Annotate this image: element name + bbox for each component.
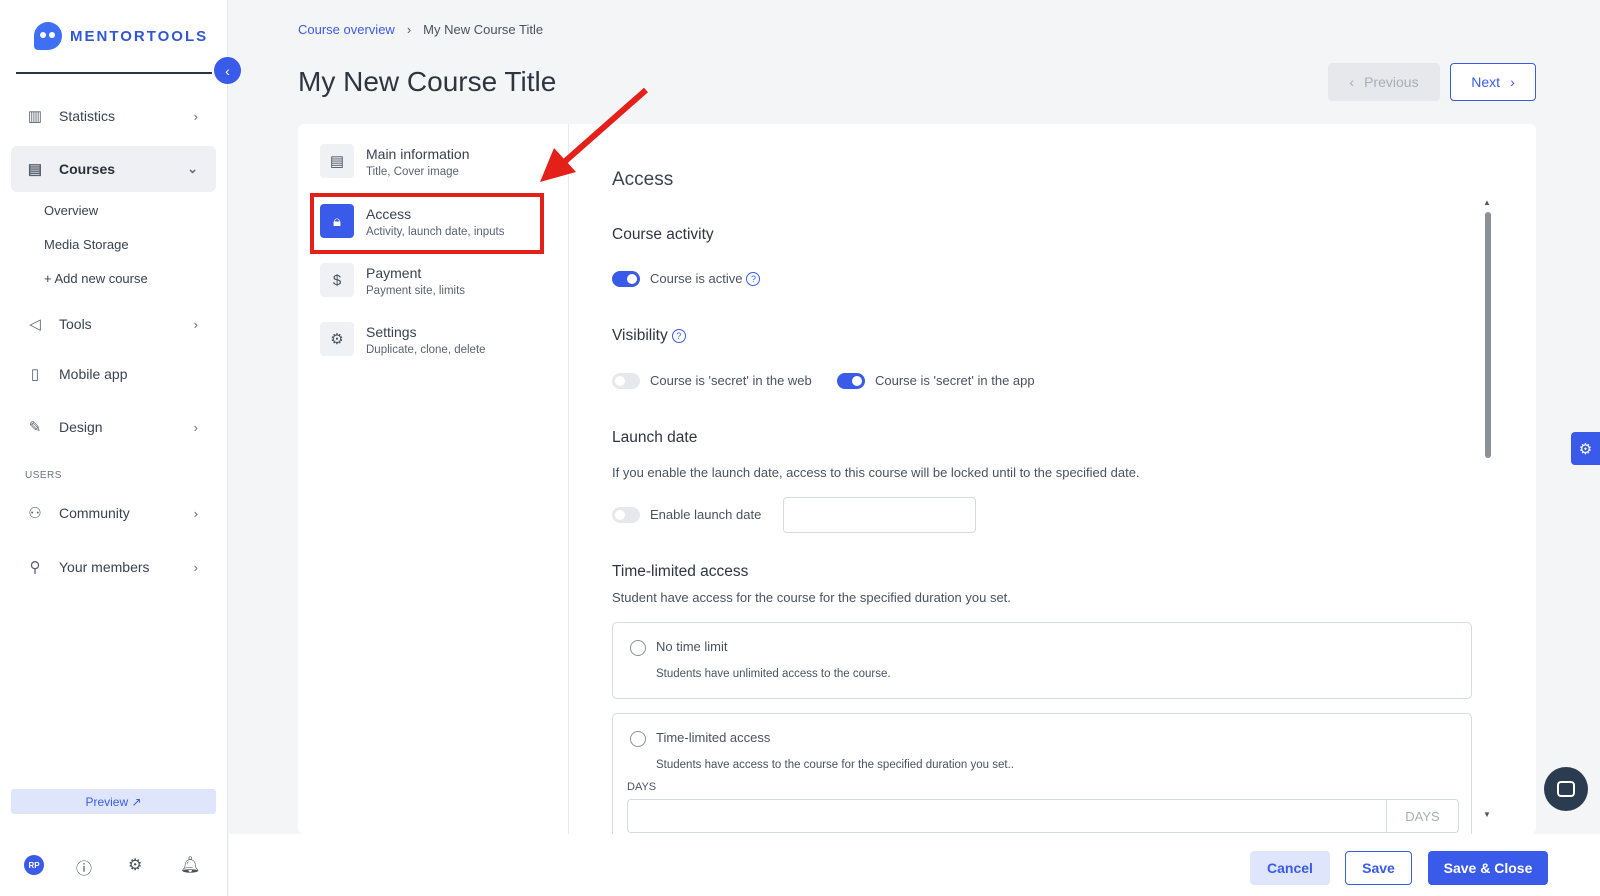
sidebar-item-label: Design: [59, 419, 103, 435]
scroll-up-icon[interactable]: ▲: [1483, 198, 1491, 207]
logo-icon: [34, 22, 62, 50]
chevron-down-icon: ⌄: [187, 161, 198, 176]
help-icon[interactable]: ⓘ: [76, 855, 128, 879]
secret-web-label: Course is 'secret' in the web: [650, 373, 812, 388]
help-icon[interactable]: ?: [671, 329, 686, 343]
book-icon: ▤: [27, 161, 43, 178]
cancel-button[interactable]: Cancel: [1250, 851, 1330, 885]
launch-date-heading: Launch date: [612, 429, 698, 446]
sidebar-item-mobile-app[interactable]: ▯ Mobile app: [11, 351, 216, 397]
users-section-label: USERS: [25, 470, 62, 481]
scrollbar[interactable]: ▲ ▼: [1482, 198, 1492, 819]
sidebar: MENTORTOOLS ▥ Statistics › ▤ Courses ⌄ O…: [0, 0, 228, 896]
launch-date-label: Enable launch date: [650, 507, 762, 522]
breadcrumb: Course overview › My New Course Title: [298, 22, 543, 37]
secret-app-toggle[interactable]: [837, 373, 865, 389]
course-active-label: Course is active?: [650, 271, 761, 286]
gear-icon[interactable]: ⚙: [128, 855, 180, 879]
step-main-information[interactable]: ▤ Main information Title, Cover image: [320, 144, 470, 178]
breadcrumb-current: My New Course Title: [423, 22, 544, 37]
gear-icon: ⚙: [320, 322, 354, 356]
add-new-course-link[interactable]: + Add new course: [44, 271, 148, 286]
option-no-time-limit[interactable]: No time limit Students have unlimited ac…: [612, 622, 1472, 699]
secret-web-toggle[interactable]: [612, 373, 640, 389]
phone-icon: ▯: [30, 366, 40, 383]
sidebar-item-label: Mobile app: [59, 366, 128, 382]
sidebar-bottom-icons: RP ⓘ ⚙ 🔔︎: [24, 855, 232, 879]
chevron-right-icon: ›: [406, 22, 412, 37]
chat-icon[interactable]: [1544, 767, 1588, 811]
pencil-icon: ✎: [28, 419, 42, 436]
divider: [568, 124, 569, 834]
launch-date-toggle[interactable]: [612, 507, 640, 523]
access-panel: Access Course activity Course is active?…: [612, 124, 1492, 834]
highlight-box: [310, 193, 544, 254]
megaphone-icon: ◁: [29, 316, 41, 333]
chevron-right-icon: ›: [193, 108, 198, 124]
dollar-icon: $: [320, 263, 354, 297]
launch-date-input[interactable]: [783, 497, 976, 533]
bar-chart-icon: ▥: [27, 108, 43, 125]
document-icon: ▤: [320, 144, 354, 178]
option-description: Students have access to the course for t…: [656, 759, 1014, 771]
avatar[interactable]: RP: [24, 855, 76, 879]
section-title: Access: [612, 169, 674, 190]
sidebar-item-your-members[interactable]: ⚲ Your members ›: [11, 544, 216, 590]
divider: [16, 72, 212, 74]
course-active-toggle[interactable]: [612, 271, 640, 287]
preview-button[interactable]: Preview ↗: [11, 789, 216, 814]
bell-icon[interactable]: 🔔︎: [180, 855, 232, 879]
time-limited-description: Student have access for the course for t…: [612, 590, 1011, 605]
chevron-right-icon: ›: [193, 505, 198, 521]
save-and-close-button[interactable]: Save & Close: [1428, 851, 1548, 885]
days-suffix: DAYS: [1386, 800, 1458, 832]
sidebar-item-statistics[interactable]: ▥ Statistics ›: [11, 93, 216, 139]
sidebar-item-label: Community: [59, 505, 130, 521]
option-time-limited[interactable]: Time-limited access Students have access…: [612, 713, 1472, 834]
chevron-right-icon: ›: [193, 559, 198, 575]
sidebar-item-courses[interactable]: ▤ Courses ⌄: [11, 146, 216, 192]
scrollbar-thumb[interactable]: [1485, 212, 1491, 458]
step-settings[interactable]: ⚙ Settings Duplicate, clone, delete: [320, 322, 486, 356]
sidebar-item-community[interactable]: ⚇ Community ›: [11, 490, 216, 536]
sidebar-item-label: Your members: [59, 559, 150, 575]
chevron-right-icon: ›: [193, 316, 198, 332]
course-activity-heading: Course activity: [612, 226, 714, 243]
user-icon: ⚲: [29, 559, 41, 576]
time-limited-heading: Time-limited access: [612, 563, 749, 580]
sidebar-item-design[interactable]: ✎ Design ›: [11, 404, 216, 450]
option-title: Time-limited access: [656, 730, 771, 745]
sidebar-item-label: Statistics: [59, 108, 116, 124]
logo[interactable]: MENTORTOOLS: [34, 22, 208, 50]
gear-icon[interactable]: ⚙: [1571, 432, 1600, 465]
sidebar-item-label: Courses: [59, 161, 116, 177]
step-payment[interactable]: $ Payment Payment site, limits: [320, 263, 465, 297]
radio-no-time-limit[interactable]: [630, 640, 646, 656]
radio-time-limited[interactable]: [630, 731, 646, 747]
sidebar-item-tools[interactable]: ◁ Tools ›: [11, 301, 216, 347]
secret-app-label: Course is 'secret' in the app: [875, 373, 1035, 388]
page-title: My New Course Title: [298, 66, 557, 97]
next-button[interactable]: Next ›: [1450, 63, 1536, 101]
chevron-right-icon: ›: [193, 419, 198, 435]
days-label: DAYS: [627, 781, 657, 793]
visibility-heading: Visibility?: [612, 327, 686, 345]
chevron-right-icon: ›: [1510, 74, 1515, 90]
help-icon[interactable]: ?: [746, 272, 761, 286]
sidebar-item-label: Tools: [59, 316, 92, 332]
option-description: Students have unlimited access to the co…: [656, 668, 891, 680]
collapse-sidebar-button[interactable]: ‹: [214, 57, 241, 84]
days-input[interactable]: DAYS: [627, 799, 1459, 833]
option-title: No time limit: [656, 639, 728, 654]
save-button[interactable]: Save: [1345, 851, 1412, 885]
launch-date-description: If you enable the launch date, access to…: [612, 465, 1140, 480]
breadcrumb-course-overview[interactable]: Course overview: [298, 22, 395, 37]
previous-button[interactable]: ‹ Previous: [1328, 63, 1440, 101]
sidebar-subitem-media-storage[interactable]: Media Storage: [44, 237, 129, 252]
chevron-left-icon: ‹: [1349, 74, 1355, 90]
scroll-down-icon[interactable]: ▼: [1483, 810, 1491, 819]
people-icon: ⚇: [28, 505, 42, 522]
sidebar-subitem-overview[interactable]: Overview: [44, 203, 98, 218]
logo-text: MENTORTOOLS: [70, 27, 209, 45]
